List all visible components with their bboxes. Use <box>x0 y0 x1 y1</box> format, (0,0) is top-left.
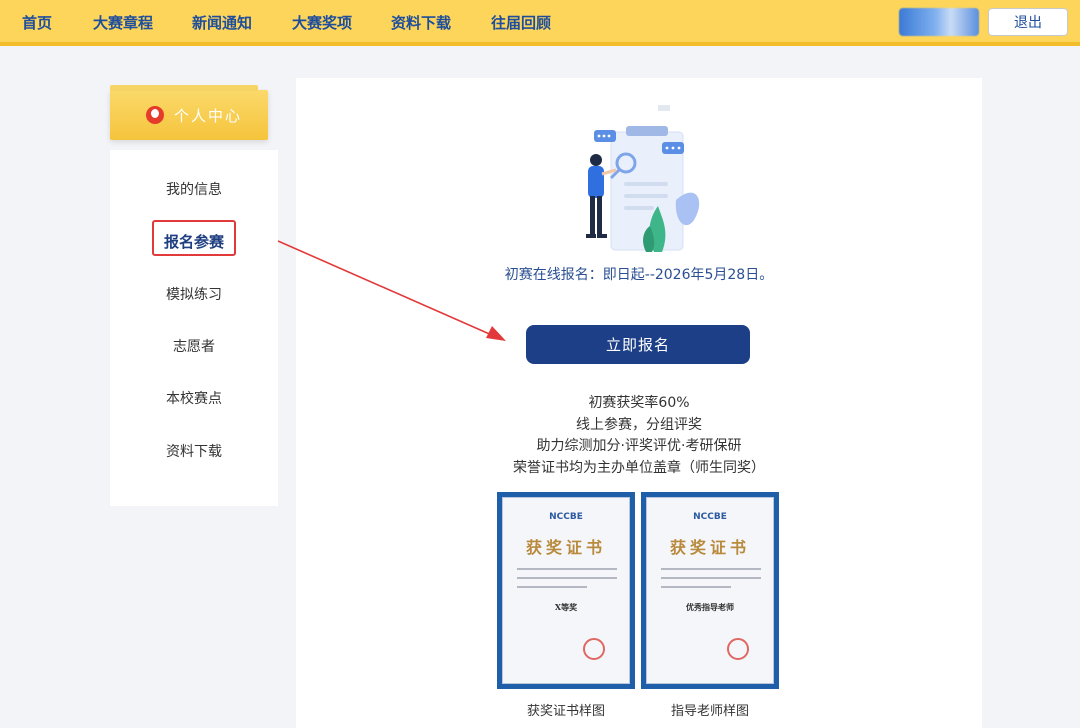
main-panel: 初赛在线报名：即日起--2026年5月28日。 立即报名 初赛获奖率60% 线上… <box>296 78 982 728</box>
sidebar-item-volunteer[interactable]: 志愿者 <box>110 336 278 356</box>
certificate-text-lines <box>517 568 617 595</box>
sidebar-menu: 我的信息 报名参赛 模拟练习 志愿者 本校赛点 资料下载 <box>110 150 278 506</box>
sidebar-item-register[interactable]: 报名参赛 <box>110 231 278 252</box>
sidebar-item-practice[interactable]: 模拟练习 <box>110 284 278 304</box>
user-name-chip[interactable] <box>899 8 979 36</box>
certificate-logo: NCCBE <box>549 512 583 522</box>
nav-history[interactable]: 往届回顾 <box>491 12 551 33</box>
info-benefits: 助力综测加分·评奖评优·考研保研 <box>536 438 742 454</box>
award-certificate-image[interactable]: NCCBE 获奖证书 X等奖 <box>497 492 635 689</box>
certificate-award: 优秀指导老师 <box>686 602 734 612</box>
certificate-caption: 获奖证书样图 <box>526 704 605 719</box>
sidebar-item-school-site[interactable]: 本校赛点 <box>110 388 278 408</box>
certificate-award: X等奖 <box>554 602 578 612</box>
nav-home[interactable]: 首页 <box>22 12 52 33</box>
user-icon <box>146 106 164 124</box>
sidebar-item-downloads[interactable]: 资料下载 <box>110 441 278 461</box>
logout-button[interactable]: 退出 <box>988 8 1068 36</box>
registration-illustration-icon <box>586 105 700 252</box>
sidebar-header: 个人中心 <box>110 85 268 140</box>
certificate-text-lines <box>661 568 761 595</box>
certificate-logo: NCCBE <box>693 512 727 522</box>
sidebar-item-my-info[interactable]: 我的信息 <box>110 179 278 199</box>
certificate-title: 获奖证书 <box>525 538 606 557</box>
nav-news[interactable]: 新闻通知 <box>192 12 252 33</box>
info-award-rate: 初赛获奖率60% <box>588 395 690 411</box>
teacher-certificate-image[interactable]: NCCBE 获奖证书 优秀指导老师 <box>641 492 779 689</box>
certificate-caption: 指导老师样图 <box>670 704 749 719</box>
info-online: 线上参赛，分组评奖 <box>576 417 702 433</box>
top-nav-bar: 首页 大赛章程 新闻通知 大赛奖项 资料下载 往届回顾 退出 <box>0 0 1080 46</box>
registration-period-text: 初赛在线报名：即日起--2026年5月28日。 <box>504 267 774 283</box>
info-certificate: 荣誉证书均为主办单位盖章（师生同奖） <box>513 460 765 476</box>
nav-downloads[interactable]: 资料下载 <box>391 12 451 33</box>
register-now-button[interactable]: 立即报名 <box>526 325 750 364</box>
folder-tab-edge <box>110 85 258 91</box>
seal-icon <box>583 638 605 660</box>
sidebar-header-title: 个人中心 <box>174 107 243 125</box>
nav-awards[interactable]: 大赛奖项 <box>292 12 352 33</box>
certificate-title: 获奖证书 <box>669 538 750 557</box>
nav-rules[interactable]: 大赛章程 <box>93 12 153 33</box>
seal-icon <box>727 638 749 660</box>
